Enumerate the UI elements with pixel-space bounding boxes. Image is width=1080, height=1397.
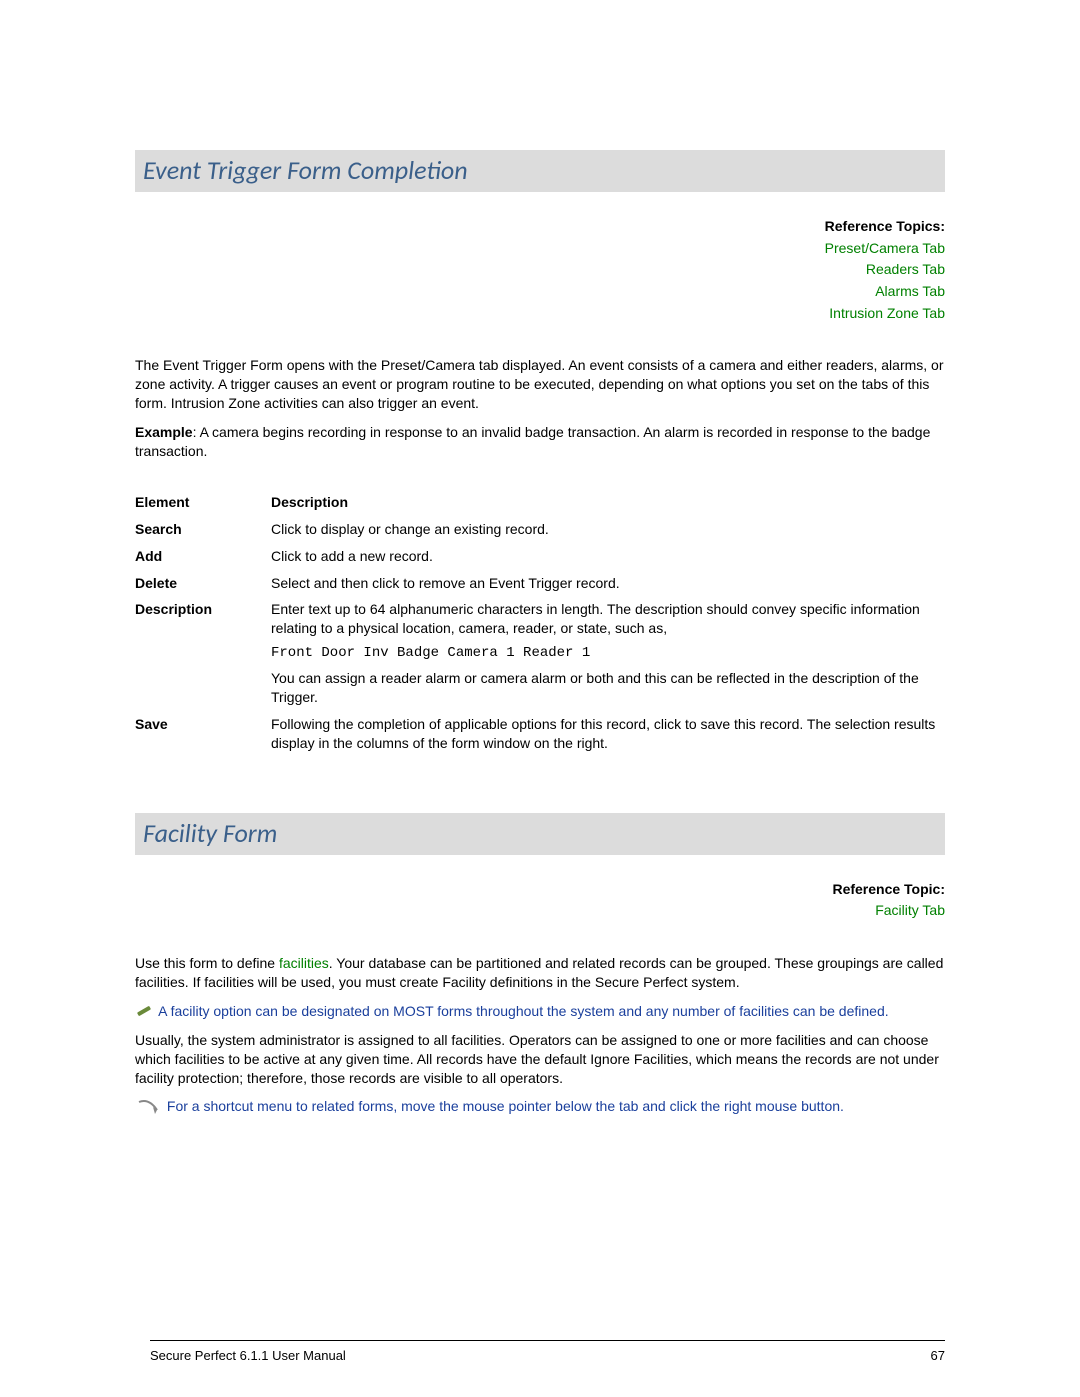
footer-rule bbox=[150, 1340, 945, 1341]
facility-intro: Use this form to define facilities. Your… bbox=[135, 954, 945, 992]
ref-link-preset-camera[interactable]: Preset/Camera Tab bbox=[135, 238, 945, 260]
example-paragraph: Example: A camera begins recording in re… bbox=[135, 423, 945, 461]
ref-link-alarms[interactable]: Alarms Tab bbox=[135, 281, 945, 303]
desc-code: Front Door Inv Badge Camera 1 Reader 1 bbox=[271, 644, 939, 663]
table-row: Save Following the completion of applica… bbox=[135, 711, 945, 757]
table-row: Search Click to display or change an exi… bbox=[135, 516, 945, 543]
example-text: : A camera begins recording in response … bbox=[135, 424, 930, 459]
reference-block-1: Reference Topics: Preset/Camera Tab Read… bbox=[135, 216, 945, 324]
heading-event-trigger: Event Trigger Form Completion bbox=[135, 150, 945, 192]
facility-body: Usually, the system administrator is ass… bbox=[135, 1031, 945, 1088]
element-description-table: Element Description Search Click to disp… bbox=[135, 489, 945, 757]
facility-intro-a: Use this form to define bbox=[135, 955, 279, 971]
row-search-el: Search bbox=[135, 516, 271, 543]
table-row: Delete Select and then click to remove a… bbox=[135, 570, 945, 597]
tip1-text: A facility option can be designated on M… bbox=[158, 1003, 889, 1019]
mouse-shortcut-icon bbox=[135, 1098, 163, 1118]
row-add-desc: Click to add a new record. bbox=[271, 543, 945, 570]
row-search-desc: Click to display or change an existing r… bbox=[271, 516, 945, 543]
reference-block-2: Reference Topic: Facility Tab bbox=[135, 879, 945, 922]
table-header-row: Element Description bbox=[135, 489, 945, 516]
row-delete-desc: Select and then click to remove an Event… bbox=[271, 570, 945, 597]
reference-label: Reference Topics: bbox=[825, 218, 945, 234]
pen-tip-icon bbox=[135, 1005, 153, 1019]
row-save-el: Save bbox=[135, 711, 271, 757]
ref-link-facility-tab[interactable]: Facility Tab bbox=[135, 900, 945, 922]
row-description-el: Description bbox=[135, 596, 271, 710]
facilities-link[interactable]: facilities bbox=[279, 955, 329, 971]
table-row: Description Enter text up to 64 alphanum… bbox=[135, 596, 945, 710]
heading-facility-form: Facility Form bbox=[135, 813, 945, 855]
footer-left: Secure Perfect 6.1.1 User Manual bbox=[150, 1348, 346, 1363]
table-row: Add Click to add a new record. bbox=[135, 543, 945, 570]
reference-label-2: Reference Topic: bbox=[832, 881, 945, 897]
example-label: Example bbox=[135, 424, 193, 440]
row-description-desc: Enter text up to 64 alphanumeric charact… bbox=[271, 596, 945, 710]
page: Event Trigger Form Completion Reference … bbox=[0, 0, 1080, 1397]
intro-paragraph: The Event Trigger Form opens with the Pr… bbox=[135, 356, 945, 413]
footer-page-number: 67 bbox=[931, 1348, 945, 1363]
page-footer: Secure Perfect 6.1.1 User Manual 67 bbox=[150, 1348, 945, 1363]
tip2-text: For a shortcut menu to related forms, mo… bbox=[167, 1098, 844, 1114]
th-description: Description bbox=[271, 489, 945, 516]
desc-p1: Enter text up to 64 alphanumeric charact… bbox=[271, 601, 920, 636]
th-element: Element bbox=[135, 489, 271, 516]
desc-p2: You can assign a reader alarm or camera … bbox=[271, 670, 919, 705]
ref-link-intrusion[interactable]: Intrusion Zone Tab bbox=[135, 303, 945, 325]
tip-note-2: For a shortcut menu to related forms, mo… bbox=[135, 1097, 945, 1117]
row-delete-el: Delete bbox=[135, 570, 271, 597]
tip-note-1: A facility option can be designated on M… bbox=[135, 1002, 945, 1021]
row-save-desc: Following the completion of applicable o… bbox=[271, 711, 945, 757]
ref-link-readers[interactable]: Readers Tab bbox=[135, 259, 945, 281]
row-add-el: Add bbox=[135, 543, 271, 570]
